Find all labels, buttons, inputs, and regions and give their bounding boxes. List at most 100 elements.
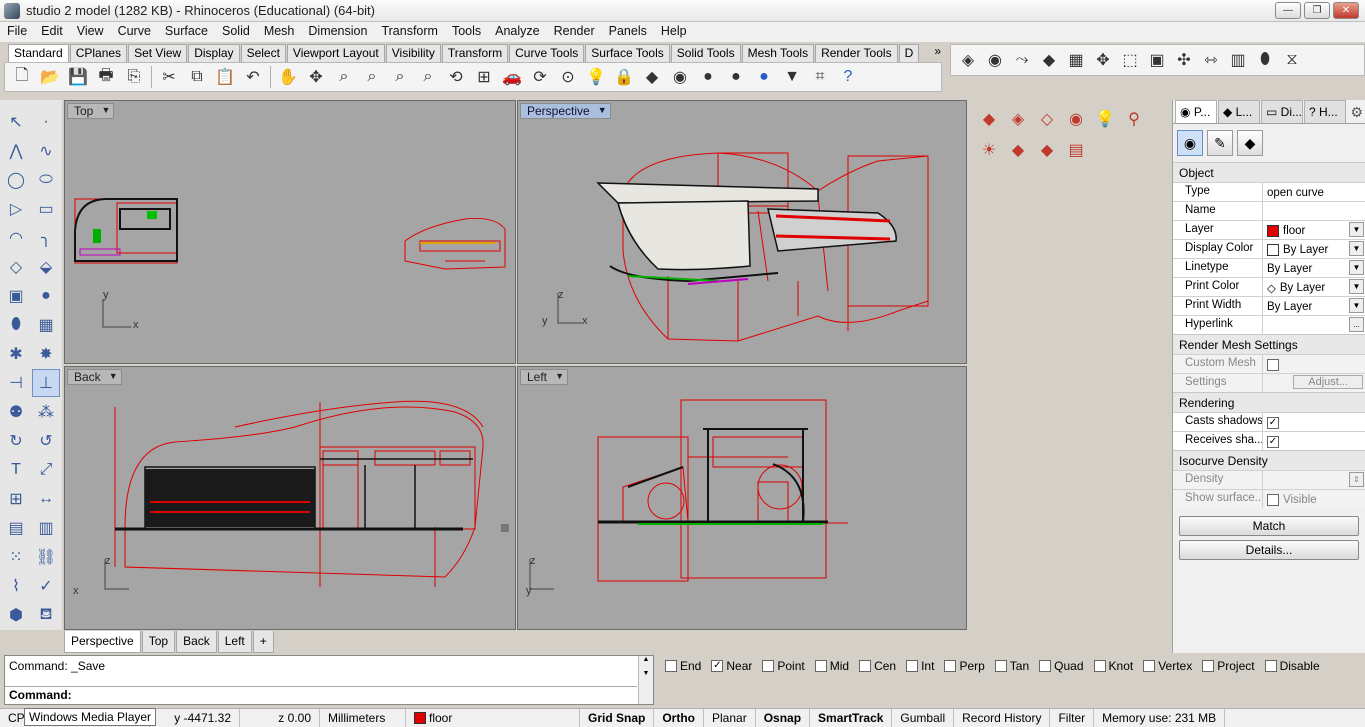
command-scrollbar[interactable]: ▲ ▼ <box>638 656 653 704</box>
toolbar-tab-render-tools[interactable]: Render Tools <box>815 44 898 62</box>
menu-help[interactable]: Help <box>654 22 694 42</box>
polyline-icon[interactable]: ⋀ <box>2 137 30 165</box>
help-icon[interactable]: ? <box>835 64 861 90</box>
menu-file[interactable]: File <box>0 22 34 42</box>
property-value[interactable]: ◇ By Layer ▼ <box>1263 278 1365 296</box>
toolbar-tab-d[interactable]: D <box>898 44 920 62</box>
polygon-icon[interactable]: ▷ <box>2 195 30 223</box>
chevron-down-icon[interactable]: ▼ <box>1349 222 1364 237</box>
array-icon[interactable]: ▦ <box>1063 47 1089 73</box>
select-point-icon[interactable]: ⊙ <box>555 64 581 90</box>
filter-icon[interactable]: ▼ <box>779 64 805 90</box>
decal-icon[interactable]: ◆ <box>1237 130 1263 156</box>
align-icon[interactable]: ⇿ <box>1198 47 1224 73</box>
boolean-icon[interactable]: ✸ <box>32 340 60 368</box>
osnap-end[interactable]: End <box>665 659 701 673</box>
match-button[interactable]: Match <box>1179 516 1359 536</box>
property-value[interactable]: open curve <box>1263 183 1365 201</box>
status-toggle-gumball[interactable]: Gumball <box>892 709 955 727</box>
lock-icon[interactable]: 🔒 <box>611 64 637 90</box>
osnap-project[interactable]: Project <box>1202 659 1255 673</box>
status-toggle-planar[interactable]: Planar <box>704 709 756 727</box>
rotate-tool-icon[interactable]: ↻ <box>2 427 30 455</box>
visible-checkbox[interactable] <box>1267 494 1279 506</box>
osnap-checkbox[interactable] <box>1202 660 1215 672</box>
osnap-checkbox[interactable]: ✓ <box>711 660 724 672</box>
toolbar-tab-curve-tools[interactable]: Curve Tools <box>509 44 585 62</box>
cylinder-tool-icon[interactable]: ⬮ <box>2 311 30 339</box>
toolbar-tab-transform[interactable]: Transform <box>441 44 509 62</box>
viewport-perspective[interactable]: z y x Perspective ▼ <box>517 100 967 364</box>
panel-tab-3[interactable]: ? H... <box>1304 100 1346 123</box>
flow-icon[interactable]: ◆ <box>1036 47 1062 73</box>
osnap-knot[interactable]: Knot <box>1093 659 1133 673</box>
menu-solid[interactable]: Solid <box>215 22 257 42</box>
import-icon[interactable]: ⎘ <box>121 64 147 90</box>
osnap-checkbox[interactable] <box>944 660 957 672</box>
osnap-checkbox[interactable] <box>1264 660 1277 672</box>
property-value[interactable]: ... <box>1263 316 1365 334</box>
text-icon[interactable]: T <box>2 456 30 484</box>
grid-points-icon[interactable]: ⁙ <box>2 543 30 571</box>
zoom-window-icon[interactable]: ⌕ <box>359 64 385 90</box>
toolbar-tab-visibility[interactable]: Visibility <box>385 44 441 62</box>
sphere-icon[interactable]: ● <box>32 282 60 310</box>
chevron-down-icon[interactable]: ▼ <box>101 105 110 115</box>
hyperlink-browse-button[interactable]: ... <box>1349 317 1364 332</box>
panel-tab-2[interactable]: ▭ Di... <box>1261 100 1303 123</box>
sphere-render-icon[interactable]: ● <box>723 64 749 90</box>
osnap-checkbox[interactable] <box>1143 660 1156 672</box>
osnap-checkbox[interactable] <box>1039 660 1052 672</box>
status-toggle-osnap[interactable]: Osnap <box>756 709 811 727</box>
curve-icon[interactable]: ∿ <box>32 137 60 165</box>
material-assign-icon[interactable]: ◇ <box>1034 106 1060 132</box>
scale-tool-icon[interactable]: ↺ <box>32 427 60 455</box>
viewport-tab-back[interactable]: Back <box>176 631 217 653</box>
move-icon[interactable]: ✥ <box>1090 47 1116 73</box>
property-value[interactable]: floor ▼ <box>1263 221 1365 239</box>
mesh-icon[interactable]: ▦ <box>32 311 60 339</box>
chevron-down-icon[interactable]: ▼ <box>109 371 118 381</box>
custom-mesh-checkbox[interactable] <box>1267 359 1279 371</box>
menu-tools[interactable]: Tools <box>445 22 488 42</box>
spot-light-icon[interactable]: ⚲ <box>1121 106 1147 132</box>
menu-panels[interactable]: Panels <box>602 22 654 42</box>
ellipse-icon[interactable]: ⬭ <box>32 166 60 194</box>
viewport-label-top[interactable]: Top ▼ <box>67 103 115 119</box>
explode-icon[interactable]: ✱ <box>2 340 30 368</box>
trim-icon[interactable]: ⊣ <box>2 369 30 397</box>
osnap-near[interactable]: ✓ Near <box>711 659 752 673</box>
split-icon[interactable]: ⊥ <box>32 369 60 397</box>
toolbar-tab-select[interactable]: Select <box>240 44 286 62</box>
menu-analyze[interactable]: Analyze <box>488 22 546 42</box>
layer-display[interactable]: floor <box>406 709 580 727</box>
paste-icon[interactable]: 📋 <box>212 64 238 90</box>
rotate-icon[interactable]: ⟲ <box>443 64 469 90</box>
property-value[interactable]: By Layer ▼ <box>1263 259 1365 277</box>
sphere-shade-icon[interactable]: ● <box>695 64 721 90</box>
osnap-tan[interactable]: Tan <box>994 659 1029 673</box>
osnap-checkbox[interactable] <box>814 660 827 672</box>
material-icon[interactable]: ◆ <box>976 106 1002 132</box>
osnap-point[interactable]: Point <box>762 659 805 673</box>
scale-icon[interactable]: ⬚ <box>1117 47 1143 73</box>
sphere-blue-icon[interactable]: ● <box>751 64 777 90</box>
toolbar-tab-set-view[interactable]: Set View <box>128 44 188 62</box>
rhino-app-icon[interactable] <box>4 3 20 19</box>
toolbar-tab-display[interactable]: Display <box>188 44 240 62</box>
material-library-icon[interactable]: ▤ <box>1063 137 1089 163</box>
box-icon[interactable]: ▣ <box>2 282 30 310</box>
osnap-checkbox[interactable] <box>762 660 775 672</box>
orient-icon[interactable]: ▤ <box>2 514 30 542</box>
four-viewports-icon[interactable]: ⊞ <box>471 64 497 90</box>
material-brush-icon[interactable]: ✎ <box>1207 130 1233 156</box>
toolbar-tab-viewport-layout[interactable]: Viewport Layout <box>286 44 385 62</box>
transform-icon[interactable]: ✣ <box>1171 47 1197 73</box>
panel-tab-1[interactable]: ◆ L... <box>1218 100 1260 123</box>
material-match-icon[interactable]: ◉ <box>1063 106 1089 132</box>
osnap-checkbox[interactable] <box>906 660 919 672</box>
new-file-icon[interactable]: 🗋 <box>9 64 35 90</box>
osnap-vertex[interactable]: Vertex <box>1143 659 1192 673</box>
cylinder-icon[interactable]: ⬮ <box>1252 47 1278 73</box>
car-icon[interactable]: 🚗 <box>499 64 525 90</box>
